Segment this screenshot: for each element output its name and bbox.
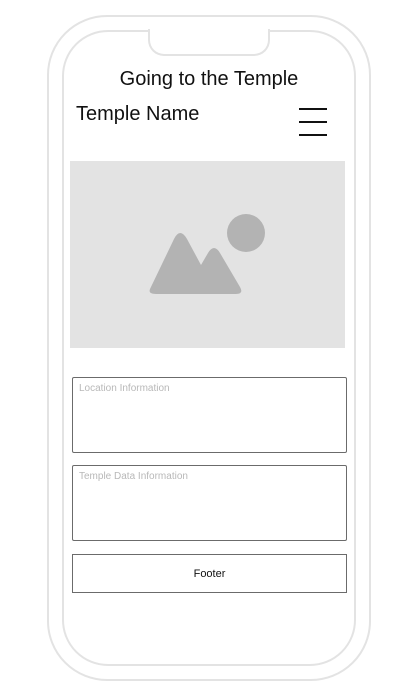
temple-data-information-placeholder: Temple Data Information — [79, 471, 188, 482]
location-information-box[interactable]: Location Information — [72, 377, 347, 453]
hamburger-menu-icon[interactable] — [299, 107, 327, 137]
temple-data-information-box[interactable]: Temple Data Information — [72, 465, 347, 541]
mountains-shape — [149, 233, 242, 294]
footer: Footer — [72, 554, 347, 593]
phone-notch — [148, 29, 270, 56]
menu-line-top — [299, 108, 327, 110]
menu-line-bottom — [299, 134, 327, 136]
footer-label: Footer — [193, 567, 226, 580]
menu-line-middle — [299, 121, 327, 123]
temple-image-placeholder — [70, 161, 345, 348]
temple-name-heading: Temple Name — [76, 103, 200, 125]
image-placeholder-icon — [149, 214, 265, 294]
app-title: Going to the Temple — [119, 68, 299, 90]
sun-circle — [227, 214, 265, 252]
location-information-placeholder: Location Information — [79, 383, 170, 394]
notch-cover — [150, 28, 268, 32]
